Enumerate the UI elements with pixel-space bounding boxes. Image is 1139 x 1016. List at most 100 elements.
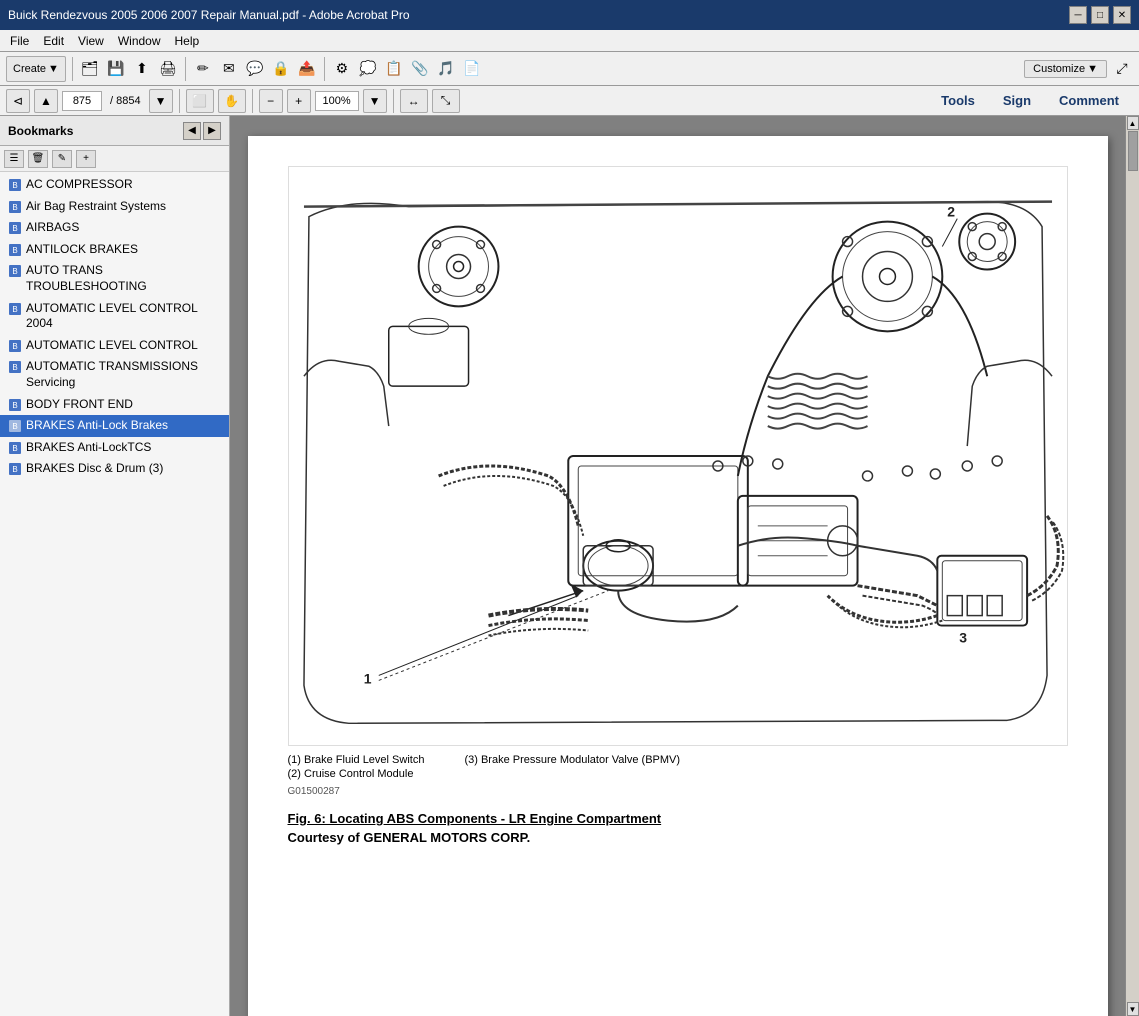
minimize-button[interactable]: ─	[1069, 6, 1087, 24]
bookmark-auto-level-2004[interactable]: B AUTOMATIC LEVEL CONTROL 2004	[0, 298, 229, 335]
bookmark-auto-trans-servicing[interactable]: B AUTOMATIC TRANSMISSIONS Servicing	[0, 356, 229, 393]
attach-icon[interactable]: 📎	[409, 58, 431, 80]
right-scrollbar[interactable]: ▲ ▼	[1125, 116, 1139, 1016]
create-dropdown-icon: ▼	[48, 63, 59, 75]
bookmark-icon-9: B	[8, 398, 22, 412]
figure-id: G01500287	[288, 786, 1068, 797]
expand-icon[interactable]: ⤢	[1111, 58, 1133, 80]
svg-text:B: B	[12, 203, 17, 212]
svg-text:B: B	[12, 181, 17, 190]
page-number-input[interactable]	[62, 91, 102, 111]
toolbar: Create ▼ 🗂 💾 ⬆ 🖨 ✏ ✉ 💬 🔒 📤 ⚙ 💭 📋 📎 🎵 📄 C…	[0, 52, 1139, 86]
pdf-icon[interactable]: 📄	[461, 58, 483, 80]
menu-help[interactable]: Help	[169, 32, 206, 50]
bookmark-airbag-restraint[interactable]: B Air Bag Restraint Systems	[0, 196, 229, 218]
bookmark-auto-trans[interactable]: B AUTO TRANS TROUBLESHOOTING	[0, 260, 229, 297]
caption-item-1: (1) Brake Fluid Level Switch	[288, 754, 425, 766]
zoom-in-btn[interactable]: +	[287, 89, 311, 113]
svg-text:1: 1	[363, 670, 371, 686]
scroll-up-arrow[interactable]: ▲	[1127, 116, 1139, 130]
bookmark-icon-2: B	[8, 200, 22, 214]
page-total: / 8854	[110, 95, 141, 107]
sidebar-delete-btn[interactable]: 🗑	[28, 150, 48, 168]
bookmark-body-front[interactable]: B BODY FRONT END	[0, 394, 229, 416]
scroll-down-arrow[interactable]: ▼	[1127, 1002, 1139, 1016]
window-controls: ─ □ ✕	[1069, 6, 1131, 24]
pdf-area[interactable]: 1 2 3	[230, 116, 1125, 1016]
bookmark-icon-8: B	[8, 360, 22, 374]
bookmark-label-antilock-brakes: ANTILOCK BRAKES	[26, 242, 225, 258]
zoom-dropdown-btn[interactable]: ▼	[363, 89, 387, 113]
zoom-out-btn[interactable]: −	[259, 89, 283, 113]
sidebar-options-btn[interactable]: ☰	[4, 150, 24, 168]
actual-size-btn[interactable]: ⤡	[432, 89, 460, 113]
toolbar-separator-1	[72, 57, 73, 81]
upload-icon[interactable]: ⬆	[131, 58, 153, 80]
maximize-button[interactable]: □	[1091, 6, 1109, 24]
title-bar: Buick Rendezvous 2005 2006 2007 Repair M…	[0, 0, 1139, 30]
svg-text:B: B	[12, 401, 17, 410]
hand-tool-btn[interactable]: ✋	[218, 89, 246, 113]
sidebar-toolbar: ☰ 🗑 ✎ +	[0, 146, 229, 172]
svg-text:2: 2	[947, 204, 955, 220]
zoom-input[interactable]	[315, 91, 359, 111]
sidebar-title: Bookmarks	[8, 124, 73, 138]
customize-button[interactable]: Customize ▼	[1024, 60, 1107, 78]
toolbar-separator-2	[185, 57, 186, 81]
bookmark-label-body-front: BODY FRONT END	[26, 397, 225, 413]
bookmark-brakes-tcs[interactable]: B BRAKES Anti-LockTCS	[0, 437, 229, 459]
svg-text:B: B	[12, 422, 17, 431]
nav-prev-page[interactable]: ▲	[34, 89, 58, 113]
sidebar-properties-btn[interactable]: ✎	[52, 150, 72, 168]
settings-icon[interactable]: ⚙	[331, 58, 353, 80]
nav-first-page[interactable]: ⊲	[6, 89, 30, 113]
menu-window[interactable]: Window	[112, 32, 167, 50]
export-icon[interactable]: 📤	[296, 58, 318, 80]
bookmark-icon-3: B	[8, 221, 22, 235]
bookmark-label-auto-level-2004: AUTOMATIC LEVEL CONTROL 2004	[26, 301, 225, 332]
customize-dropdown-icon: ▼	[1087, 63, 1098, 75]
sidebar-prev-btn[interactable]: ◀	[183, 122, 201, 140]
nav-bar: ⊲ ▲ / 8854 ▼ ⬜ ✋ − + ▼ ↔ ⤡ Tools Sign Co…	[0, 86, 1139, 116]
bookmark-ac-compressor[interactable]: B AC COMPRESSOR	[0, 174, 229, 196]
fit-page-btn[interactable]: ⬜	[186, 89, 214, 113]
bookmark-icon-11: B	[8, 441, 22, 455]
nav-next-page[interactable]: ▼	[149, 89, 173, 113]
create-label: Create	[13, 63, 46, 75]
bookmark-auto-level[interactable]: B AUTOMATIC LEVEL CONTROL	[0, 335, 229, 357]
save-icon[interactable]: 💾	[105, 58, 127, 80]
tools-button[interactable]: Tools	[927, 89, 989, 112]
scroll-thumb[interactable]	[1128, 131, 1138, 171]
bookmark-icon-7: B	[8, 339, 22, 353]
close-button[interactable]: ✕	[1113, 6, 1131, 24]
comment-button[interactable]: Comment	[1045, 89, 1133, 112]
svg-text:B: B	[12, 267, 17, 276]
bookmark-antilock-brakes[interactable]: B ANTILOCK BRAKES	[0, 239, 229, 261]
comment-icon[interactable]: 💭	[357, 58, 379, 80]
security-icon[interactable]: 🔒	[270, 58, 292, 80]
sidebar-next-btn[interactable]: ▶	[203, 122, 221, 140]
print-icon[interactable]: 🖨	[157, 58, 179, 80]
sign-button[interactable]: Sign	[989, 89, 1045, 112]
stamp-icon[interactable]: 📋	[383, 58, 405, 80]
sidebar-add-btn[interactable]: +	[76, 150, 96, 168]
bookmark-airbags[interactable]: B AIRBAGS	[0, 217, 229, 239]
open-icon[interactable]: 🗂	[79, 58, 101, 80]
caption-item-3: (3) Brake Pressure Modulator Valve (BPMV…	[464, 754, 680, 766]
caption-area: (1) Brake Fluid Level Switch (2) Cruise …	[288, 754, 1068, 797]
media-icon[interactable]: 🎵	[435, 58, 457, 80]
menu-view[interactable]: View	[72, 32, 110, 50]
bookmark-brakes-antilock[interactable]: B BRAKES Anti-Lock Brakes	[0, 415, 229, 437]
email-icon[interactable]: ✉	[218, 58, 240, 80]
engine-diagram-svg: 1 2 3	[289, 167, 1067, 745]
bookmark-brakes-disc[interactable]: B BRAKES Disc & Drum (3)	[0, 458, 229, 480]
menu-file[interactable]: File	[4, 32, 35, 50]
svg-text:B: B	[12, 363, 17, 372]
svg-text:B: B	[12, 342, 17, 351]
bookmark-label-ac-compressor: AC COMPRESSOR	[26, 177, 225, 193]
menu-edit[interactable]: Edit	[37, 32, 70, 50]
review-icon[interactable]: 💬	[244, 58, 266, 80]
fit-width-btn[interactable]: ↔	[400, 89, 428, 113]
edit-icon[interactable]: ✏	[192, 58, 214, 80]
create-button[interactable]: Create ▼	[6, 56, 66, 82]
